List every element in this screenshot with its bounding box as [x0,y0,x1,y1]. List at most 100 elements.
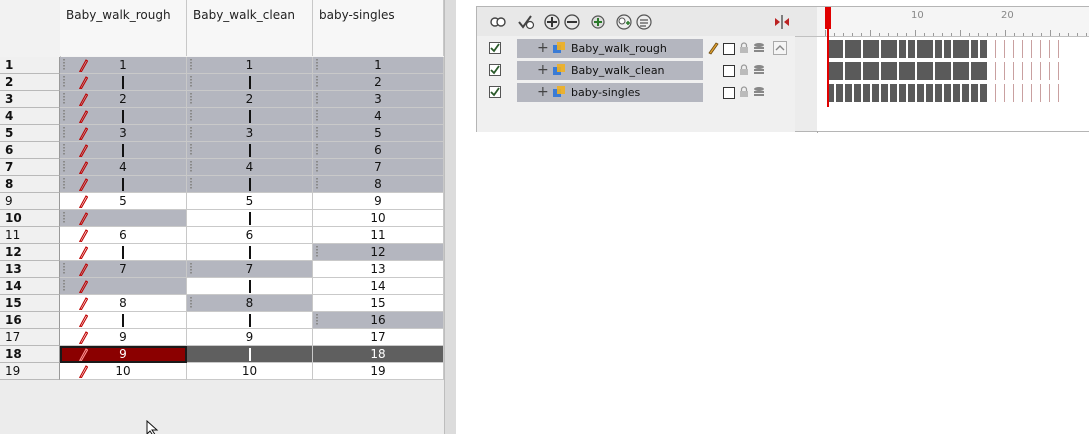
xsheet-cell[interactable]: 19 [313,363,444,380]
drag-handle-icon[interactable] [63,59,65,71]
exposure-block[interactable] [861,62,879,80]
drag-handle-icon[interactable] [190,93,192,105]
frame-number[interactable]: 1 [0,57,60,74]
drag-handle-icon[interactable] [190,161,192,173]
scroll-up-button[interactable] [773,41,787,55]
expand-icon[interactable]: + [537,63,549,77]
xsheet-cell[interactable]: 9 [60,329,187,346]
exposure-block[interactable] [978,40,987,58]
drag-handle-icon[interactable] [63,161,65,173]
xsheet-cell[interactable] [60,176,187,193]
xsheet-cell[interactable] [187,74,313,91]
exposure-block[interactable] [969,84,978,102]
drag-handle-icon[interactable] [190,76,192,88]
column-header-baby-walk-clean[interactable]: Baby_walk_clean [187,0,313,56]
xsheet-cell[interactable]: 4 [313,108,444,125]
drag-handle-icon[interactable] [63,110,65,122]
layer-stack-icon[interactable] [753,86,765,98]
drag-handle-icon[interactable] [63,127,65,139]
layer-stack-icon[interactable] [753,64,765,76]
exposure-block[interactable] [843,40,861,58]
empty-frame-cell[interactable] [1014,62,1023,80]
xsheet-cell[interactable]: 13 [313,261,444,278]
xsheet-cell[interactable]: 6 [187,227,313,244]
drag-handle-icon[interactable] [190,178,192,190]
drag-handle-icon[interactable] [63,144,65,156]
frame-number[interactable]: 8 [0,176,60,193]
drag-handle-icon[interactable] [316,314,318,326]
add-layer-icon[interactable] [543,13,561,31]
exposure-block[interactable] [888,84,897,102]
empty-frame-cell[interactable] [987,84,996,102]
frame-number[interactable]: 17 [0,329,60,346]
empty-frame-cell[interactable] [996,40,1005,58]
exposure-block[interactable] [843,62,861,80]
drag-handle-icon[interactable] [316,127,318,139]
exposure-block[interactable] [915,84,924,102]
frame-number[interactable]: 16 [0,312,60,329]
xsheet-cell[interactable] [187,278,313,295]
empty-frame-cell[interactable] [1023,62,1032,80]
lock-icon[interactable] [739,86,749,98]
empty-frame-cell[interactable] [1014,40,1023,58]
onion-skin-icon[interactable] [489,13,507,31]
drag-handle-icon[interactable] [63,280,65,292]
frame-number[interactable]: 3 [0,91,60,108]
xsheet-cell[interactable]: 2 [187,91,313,108]
layer-enable-checkbox[interactable] [489,86,501,98]
xsheet-cell[interactable]: 8 [187,295,313,312]
exposure-block[interactable] [879,40,897,58]
xsheet-cell[interactable]: 10 [187,363,313,380]
frame-track-row[interactable] [817,60,1089,82]
drag-handle-icon[interactable] [63,76,65,88]
exposure-block[interactable] [852,84,861,102]
empty-frame-cell[interactable] [1032,40,1041,58]
onion-skin-layer-icon[interactable] [517,13,535,31]
lock-square-icon[interactable] [723,43,735,55]
frame-number[interactable]: 19 [0,363,60,380]
layer-row[interactable]: + baby-singles [477,82,795,104]
frame-number[interactable]: 13 [0,261,60,278]
xsheet-cell[interactable] [60,312,187,329]
drag-handle-icon[interactable] [316,110,318,122]
frame-track-row[interactable] [817,82,1089,104]
xsheet-cell[interactable]: 2 [313,74,444,91]
xsheet-cell[interactable]: 1 [313,57,444,74]
xsheet-cell[interactable]: 4 [187,159,313,176]
layer-enable-checkbox[interactable] [489,42,501,54]
empty-frame-cell[interactable] [987,62,996,80]
xsheet-cell[interactable]: 11 [313,227,444,244]
exposure-block[interactable] [942,40,951,58]
exposure-block[interactable] [969,40,978,58]
exposure-block[interactable] [879,62,897,80]
xsheet-cell[interactable]: 15 [313,295,444,312]
empty-frame-cell[interactable] [1032,62,1041,80]
expand-icon[interactable]: + [537,85,549,99]
exposure-block[interactable] [933,40,942,58]
xsheet-cell[interactable]: 14 [313,278,444,295]
xsheet-cell[interactable]: 4 [60,159,187,176]
empty-frame-cell[interactable] [1005,62,1014,80]
frame-number[interactable]: 15 [0,295,60,312]
pencil-icon[interactable] [707,41,719,55]
add-peg-icon[interactable] [589,13,607,31]
exposure-block[interactable] [915,40,933,58]
empty-frame-cell[interactable] [1023,40,1032,58]
exposure-block[interactable] [834,84,843,102]
empty-frame-cell[interactable] [1032,84,1041,102]
layer-row[interactable]: + Baby_walk_rough [477,38,795,60]
xsheet-cell[interactable]: 9 [60,346,187,363]
drag-handle-icon[interactable] [190,127,192,139]
xsheet-cell[interactable]: 9 [313,193,444,210]
xsheet-cell[interactable]: 7 [60,261,187,278]
lock-icon[interactable] [739,42,749,54]
drag-handle-icon[interactable] [63,178,65,190]
xsheet-cell[interactable]: 5 [187,193,313,210]
xsheet-cell[interactable]: 3 [313,91,444,108]
exposure-block[interactable] [933,84,942,102]
drag-handle-icon[interactable] [316,161,318,173]
layer-stack-icon[interactable] [753,42,765,54]
layer-enable-checkbox[interactable] [489,64,501,76]
expand-split-icon[interactable] [773,13,791,31]
xsheet-cell[interactable]: 16 [313,312,444,329]
